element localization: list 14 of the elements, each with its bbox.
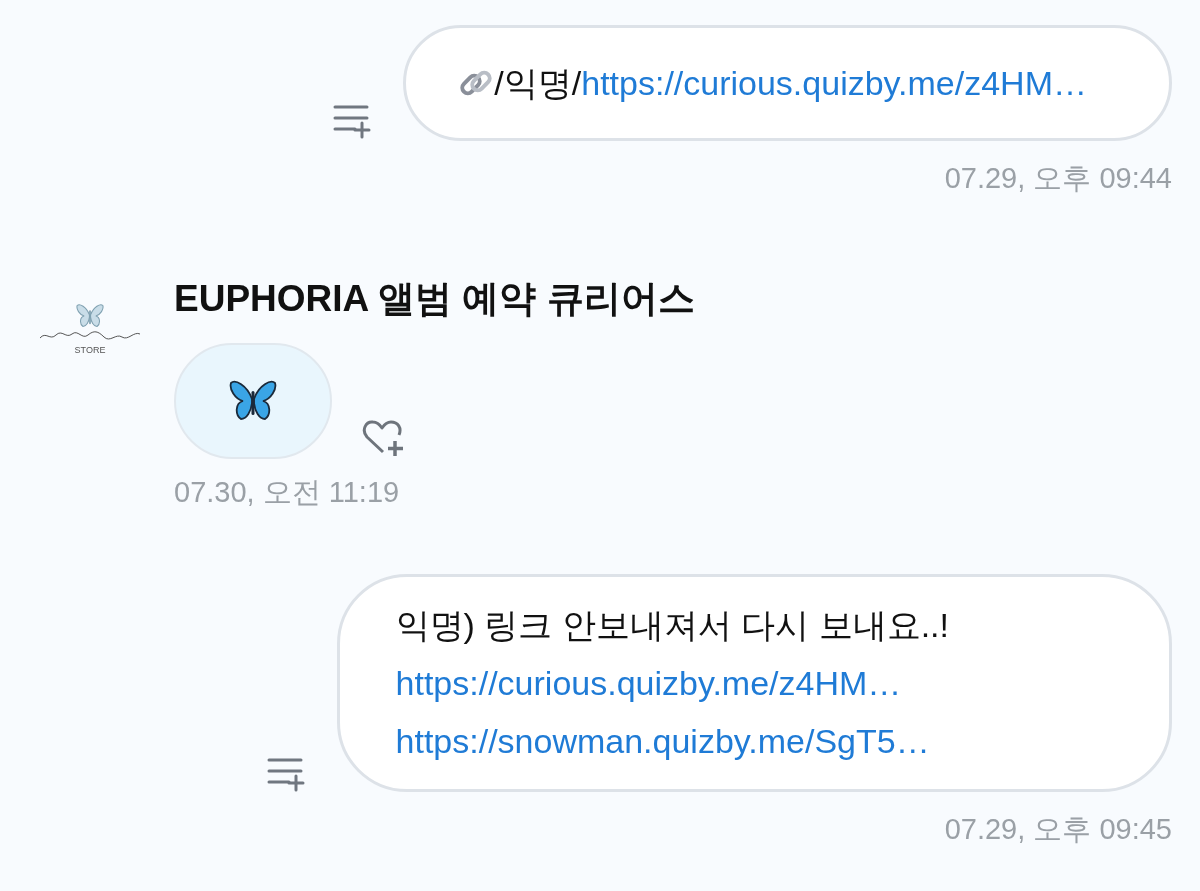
avatar[interactable]: STORE: [34, 302, 146, 373]
message-link[interactable]: https://curious.quizby.me/z4HM…: [395, 661, 902, 705]
message-text: /익명/: [494, 63, 582, 104]
avatar-caption: STORE: [74, 344, 106, 355]
heart-plus-icon[interactable]: [362, 418, 406, 457]
message-link[interactable]: https://snowman.quizby.me/SgT5…: [395, 719, 930, 763]
message-link[interactable]: https://curious.quizby.me/z4HM…: [581, 61, 1087, 105]
message-text: 익명) 링크 안보내져서 다시 보내요..!: [395, 605, 949, 646]
butterfly-logo-icon: [76, 302, 104, 329]
sender-name: EUPHORIA 앨범 예약 큐리어스: [174, 276, 695, 321]
timestamp: 07.29, 오후 09:45: [944, 812, 1172, 847]
timestamp: 07.29, 오후 09:44: [944, 161, 1172, 196]
timestamp: 07.30, 오전 11:19: [174, 474, 401, 510]
butterfly-emoji-icon: [229, 378, 277, 423]
